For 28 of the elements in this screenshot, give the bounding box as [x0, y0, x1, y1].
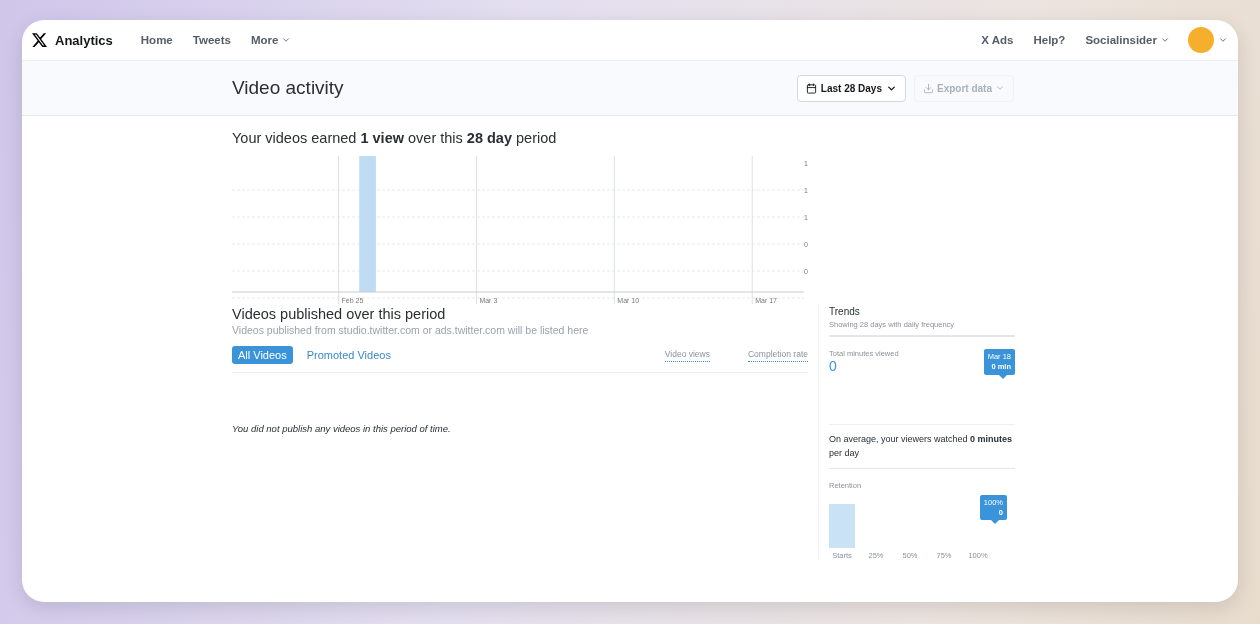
nav-link[interactable]: Help?	[1033, 34, 1066, 46]
section-title: Videos published over this period	[232, 306, 447, 322]
x-logo-icon	[32, 33, 47, 47]
empty-message: You did not publish any videos in this period of time.	[232, 423, 452, 434]
date-range-button[interactable]: Last 28 Days	[796, 74, 906, 102]
section-subtitle: Videos published from studio.twitter.com or ads.twitter.com will be listed here	[232, 324, 590, 336]
retention-bar	[829, 503, 855, 548]
average-summary: On average, your viewers watched 0 minutes per day	[829, 434, 1013, 458]
column-header[interactable]: Completion rate	[748, 348, 808, 362]
avatar[interactable]	[1188, 27, 1214, 53]
page-title: Video activity	[232, 77, 344, 99]
nav-link[interactable]: Socialinsider	[1085, 34, 1170, 46]
trends-title: Trends	[829, 306, 861, 317]
nav-link[interactable]: Home	[140, 34, 173, 46]
brand-title: Analytics	[55, 32, 113, 48]
caret-icon	[1160, 35, 1170, 45]
video-filter-tab[interactable]: Promoted Videos	[300, 346, 397, 364]
caret-icon	[281, 35, 292, 45]
calendar-icon	[805, 82, 817, 94]
nav-link[interactable]: X Ads	[981, 34, 1014, 46]
nav-link[interactable]: More	[250, 34, 292, 46]
caret-icon	[1218, 35, 1228, 45]
download-icon	[923, 82, 934, 94]
views-summary: Your videos earned 1 view over this 28 day period	[232, 130, 557, 146]
column-header[interactable]: Video views	[664, 348, 710, 362]
nav-link[interactable]: Tweets	[192, 34, 231, 46]
caret-icon	[995, 83, 1005, 93]
metric-value: 0	[829, 358, 838, 374]
